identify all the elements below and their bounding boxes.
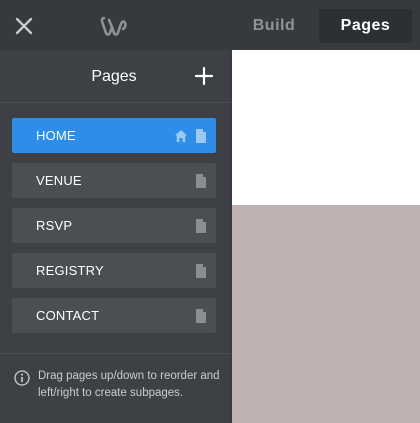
logo-icon: [100, 16, 127, 36]
page-icon: [196, 309, 206, 323]
weebly-logo: [100, 14, 128, 38]
preview-image: [232, 205, 420, 423]
page-label: RSVP: [36, 218, 73, 233]
hint-text: Drag pages up/down to reorder and left/r…: [38, 370, 220, 399]
page-list: HOME VENUE RSVP REGISTRY CONTACT: [12, 118, 216, 343]
page-icon: [196, 129, 206, 143]
tab-build[interactable]: Build: [238, 9, 310, 43]
page-item-home[interactable]: HOME: [12, 118, 216, 153]
home-icon: [175, 130, 187, 142]
top-bar: Build Pages: [0, 0, 420, 50]
add-page-button[interactable]: [193, 65, 215, 87]
info-icon: [14, 370, 30, 386]
page-label: VENUE: [36, 173, 82, 188]
divider: [0, 102, 231, 103]
pages-sidebar: Pages HOME VENUE RSVP REGISTRY CONTACT D…: [0, 50, 231, 423]
page-item-rsvp[interactable]: RSVP: [12, 208, 216, 243]
page-item-registry[interactable]: REGISTRY: [12, 253, 216, 288]
divider: [0, 353, 231, 354]
page-icon: [196, 174, 206, 188]
page-icon: [196, 219, 206, 233]
page-label: REGISTRY: [36, 263, 104, 278]
page-label: CONTACT: [36, 308, 100, 323]
page-item-contact[interactable]: CONTACT: [12, 298, 216, 333]
plus-icon: [194, 66, 214, 86]
page-label: HOME: [36, 128, 76, 143]
close-icon: [15, 17, 33, 35]
tab-pages[interactable]: Pages: [319, 9, 412, 43]
page-item-venue[interactable]: VENUE: [12, 163, 216, 198]
site-preview[interactable]: [232, 50, 420, 423]
close-button[interactable]: [12, 14, 36, 38]
page-icon: [196, 264, 206, 278]
